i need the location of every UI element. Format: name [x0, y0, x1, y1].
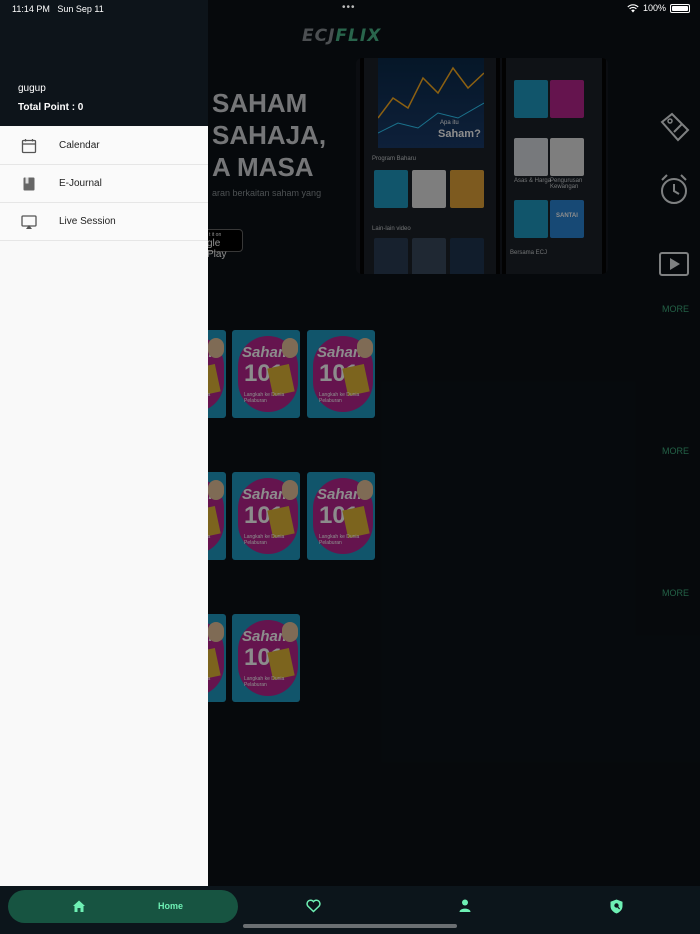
status-time: 11:14 PM Sun Sep 11	[12, 4, 104, 14]
shield-icon[interactable]	[610, 899, 623, 914]
battery-percent: 100%	[642, 3, 666, 13]
total-points: Total Point : 0	[18, 102, 84, 113]
drawer-header: gugup Total Point : 0	[0, 0, 208, 126]
side-drawer: gugup Total Point : 0 Calendar E-Journal…	[0, 0, 208, 886]
calendar-icon	[21, 138, 37, 153]
drawer-item-label: Live Session	[59, 216, 116, 227]
drawer-item-label: Calendar	[59, 140, 100, 151]
drawer-item-label: E-Journal	[59, 178, 102, 189]
battery-icon	[670, 3, 690, 13]
app-screen: 11:14 PM Sun Sep 11 ••• 100% ECJFLIX SAH…	[0, 0, 700, 934]
home-icon	[73, 900, 85, 912]
person-icon[interactable]	[459, 899, 471, 912]
status-right: 100%	[627, 3, 690, 13]
drawer-item-e-journal[interactable]: E-Journal	[0, 165, 208, 203]
drawer-item-calendar[interactable]: Calendar	[0, 127, 208, 165]
heart-icon[interactable]	[306, 899, 321, 913]
drawer-item-live-session[interactable]: Live Session	[0, 203, 208, 241]
home-indicator	[243, 924, 457, 928]
nav-home-label: Home	[158, 901, 184, 911]
nav-home-tab[interactable]: Home	[8, 890, 238, 923]
multitasking-dots[interactable]: •••	[342, 2, 356, 13]
wifi-icon	[627, 3, 639, 12]
user-name: gugup	[18, 83, 46, 94]
airplay-icon	[21, 214, 37, 229]
journal-icon	[23, 177, 35, 190]
status-bar: 11:14 PM Sun Sep 11 ••• 100%	[0, 0, 700, 18]
